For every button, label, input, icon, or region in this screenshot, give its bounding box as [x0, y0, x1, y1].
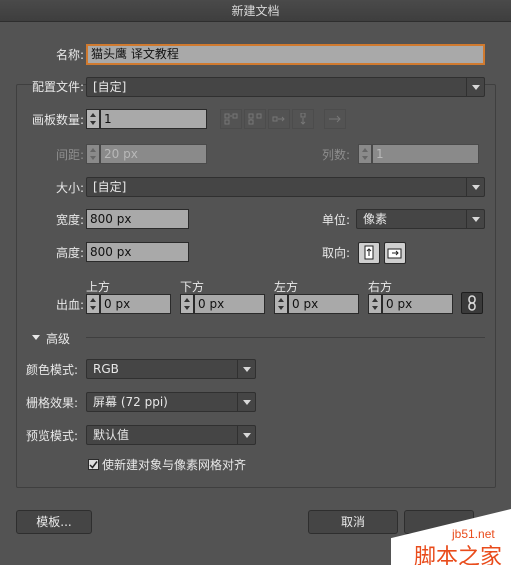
arrange-by-column-icon	[300, 113, 306, 125]
bleed-left-stepper[interactable]	[274, 294, 288, 314]
units-dropdown[interactable]: 像素	[356, 209, 485, 229]
bleed-bottom-label: 下方	[180, 280, 205, 294]
columns-input[interactable]: 1	[372, 144, 479, 164]
grid-by-row-icon	[224, 113, 238, 125]
width-label: 宽度:	[55, 213, 84, 227]
artboards-input[interactable]: 1	[100, 109, 207, 129]
spacing-label: 间距:	[55, 148, 84, 162]
align-pixel-label[interactable]: 使新建对象与像素网格对齐	[102, 457, 246, 473]
preview-mode-dropdown[interactable]: 默认值	[86, 425, 256, 445]
width-input[interactable]: 800 px	[86, 209, 189, 229]
name-label: 名称:	[55, 48, 84, 62]
chevron-down-icon	[237, 426, 255, 444]
templates-button[interactable]: 模板...	[16, 510, 92, 534]
raster-effects-value: 屏幕 (72 ppi)	[93, 395, 168, 409]
name-input[interactable]: 猫头鹰 译文教程	[86, 44, 485, 65]
watermark-brand: 脚本之家	[414, 545, 503, 565]
bleed-right-stepper[interactable]	[368, 294, 382, 314]
columns-stepper[interactable]	[358, 144, 372, 164]
size-label: 大小:	[55, 181, 84, 195]
cancel-button[interactable]: 取消	[308, 510, 398, 534]
color-mode-dropdown[interactable]: RGB	[86, 359, 256, 379]
disclosure-triangle-icon[interactable]	[32, 335, 40, 340]
layout-direction-button[interactable]	[324, 109, 346, 129]
color-mode-value: RGB	[93, 362, 119, 376]
profile-dropdown[interactable]: [自定]	[86, 77, 485, 97]
checkmark-icon	[89, 461, 98, 469]
grid-by-row-button[interactable]	[220, 109, 242, 129]
chevron-down-icon	[466, 210, 484, 228]
height-label: 高度:	[55, 246, 84, 260]
size-dropdown[interactable]: [自定]	[86, 177, 485, 197]
bleed-top-label: 上方	[86, 280, 111, 294]
chevron-down-icon	[466, 178, 484, 196]
height-input[interactable]: 800 px	[86, 242, 189, 262]
portrait-icon	[364, 245, 374, 260]
grid-by-column-icon	[248, 113, 262, 125]
landscape-orientation-button[interactable]	[384, 242, 406, 264]
bleed-top-input[interactable]: 0 px	[100, 294, 171, 314]
spacing-stepper[interactable]	[86, 144, 100, 164]
raster-effects-label: 栅格效果:	[26, 396, 79, 410]
landscape-icon	[387, 248, 402, 259]
bleed-top-stepper[interactable]	[86, 294, 100, 314]
artboards-label: 画板数量:	[31, 113, 84, 127]
spacing-input[interactable]: 20 px	[100, 144, 207, 164]
link-bleed-button[interactable]	[461, 292, 483, 314]
bleed-left-label: 左方	[274, 280, 299, 294]
advanced-divider	[86, 337, 485, 338]
bleed-right-label: 右方	[368, 280, 393, 294]
chevron-down-icon	[237, 360, 255, 378]
chevron-down-icon	[237, 393, 255, 411]
columns-label: 列数:	[322, 148, 351, 162]
raster-effects-dropdown[interactable]: 屏幕 (72 ppi)	[86, 392, 256, 412]
arrange-by-row-button[interactable]	[268, 109, 290, 129]
chevron-down-icon	[466, 78, 484, 96]
align-pixel-checkbox[interactable]	[88, 459, 99, 470]
preview-mode-value: 默认值	[93, 428, 130, 442]
bleed-right-input[interactable]: 0 px	[382, 294, 453, 314]
advanced-title[interactable]: 高级	[46, 331, 70, 347]
orientation-label: 取向:	[322, 246, 351, 260]
arrange-by-row-icon	[272, 116, 285, 122]
grid-by-column-button[interactable]	[244, 109, 266, 129]
profile-value: [自定]	[93, 80, 127, 94]
arrange-by-column-button[interactable]	[292, 109, 314, 129]
artboards-stepper[interactable]	[86, 109, 100, 129]
bleed-bottom-input[interactable]: 0 px	[194, 294, 265, 314]
units-value: 像素	[363, 212, 388, 226]
chain-link-icon	[468, 295, 476, 311]
units-label: 单位:	[322, 213, 351, 227]
bleed-label: 出血:	[55, 298, 84, 312]
profile-label: 配置文件:	[31, 80, 84, 94]
bleed-left-input[interactable]: 0 px	[288, 294, 359, 314]
color-mode-label: 颜色模式:	[26, 363, 79, 377]
window-titlebar: 新建文档	[0, 0, 511, 22]
bleed-bottom-stepper[interactable]	[180, 294, 194, 314]
preview-mode-label: 预览模式:	[26, 429, 79, 443]
size-value: [自定]	[93, 180, 127, 194]
portrait-orientation-button[interactable]	[358, 242, 380, 264]
arrow-right-icon	[329, 115, 341, 123]
window-title: 新建文档	[231, 4, 280, 18]
